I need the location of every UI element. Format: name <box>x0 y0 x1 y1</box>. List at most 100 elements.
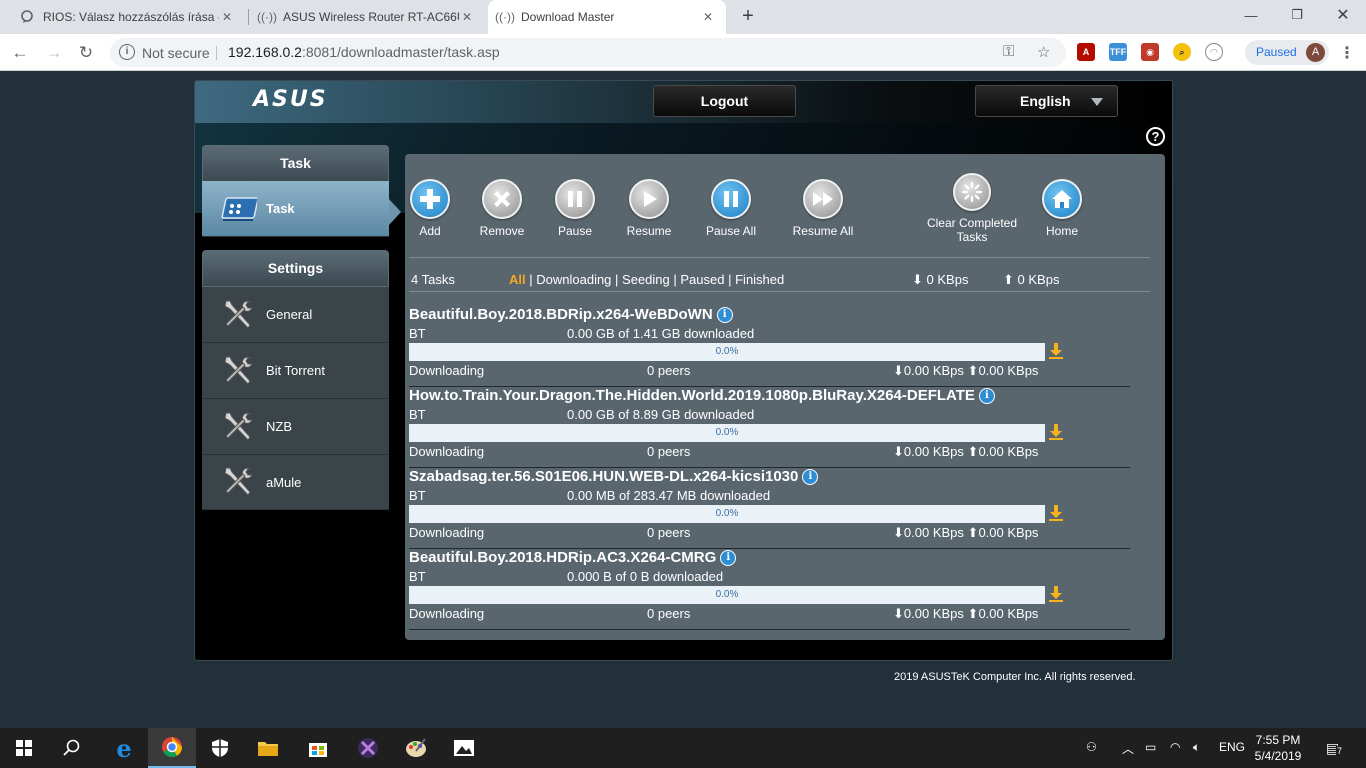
task-name: Szabadsag.ter.56.S01E06.HUN.WEB-DL.x264-… <box>409 468 819 485</box>
info-icon[interactable]: i <box>802 469 819 485</box>
info-icon[interactable]: i <box>119 44 135 60</box>
resume-button[interactable]: Resume <box>623 179 675 238</box>
resume-all-button[interactable]: Resume All <box>789 179 857 238</box>
total-download-speed: ⬇ 0 KBps <box>912 272 968 288</box>
task-speed: ⬇0.00 KBps ⬆0.00 KBps <box>893 444 1038 460</box>
sidebar-item-nzb[interactable]: NZB <box>202 399 389 455</box>
file-explorer-icon[interactable] <box>244 728 292 768</box>
search-icon[interactable] <box>48 728 96 768</box>
pause-all-icon <box>711 179 751 219</box>
battery-icon[interactable]: ▭ <box>1145 740 1156 754</box>
pause-button[interactable]: Pause <box>553 179 597 238</box>
browser-tab-download-master[interactable]: ((·)) Download Master ✕ <box>488 0 726 34</box>
close-icon[interactable]: ✕ <box>700 10 716 24</box>
minimize-button[interactable]: — <box>1228 0 1274 30</box>
photos-icon[interactable] <box>440 728 488 768</box>
help-icon[interactable]: ? <box>1146 127 1165 146</box>
close-icon[interactable]: ✕ <box>459 10 475 24</box>
headphones-extension-icon[interactable]: ◠ <box>1205 43 1223 61</box>
browser-tab-strip: RIOS: Válasz hozzászólás írása - T ✕ ((·… <box>0 0 1366 34</box>
windows-taskbar: e ⚇ ︿ ▭ ◠ 🔈︎ ENG 7:55 PM 5/4/2019 ▤ 7 <box>0 728 1366 768</box>
progress-text: 0.0% <box>715 508 739 519</box>
address-bar[interactable]: i Not secure 192.168.0.2:8081/downloadma… <box>110 38 1066 67</box>
progress-text: 0.0% <box>715 346 739 357</box>
task-row[interactable]: Beautiful.Boy.2018.BDRip.x264-WeBDoWN i B… <box>409 306 1130 387</box>
download-icon[interactable] <box>1048 342 1064 360</box>
star-icon[interactable]: ☆ <box>1037 43 1050 61</box>
tab-title: ASUS Wireless Router RT-AC66U <box>283 10 459 24</box>
upload-arrow-icon: ⬆ <box>967 363 979 378</box>
restore-button[interactable]: ❐ <box>1274 0 1320 30</box>
chevron-up-icon[interactable]: ︿ <box>1122 740 1134 757</box>
paint-icon[interactable] <box>392 728 440 768</box>
upload-arrow-icon: ⬆ <box>967 444 979 459</box>
pause-all-button[interactable]: Pause All <box>703 179 759 238</box>
task-row[interactable]: How.to.Train.Your.Dragon.The.Hidden.Worl… <box>409 387 1130 468</box>
clock[interactable]: 7:55 PM 5/4/2019 <box>1248 732 1308 764</box>
profile-paused-button[interactable]: Paused A <box>1245 40 1329 65</box>
remove-label: Remove <box>479 224 525 238</box>
task-type: BT <box>409 407 426 422</box>
download-icon[interactable] <box>1048 585 1064 603</box>
remove-button[interactable]: Remove <box>475 179 529 238</box>
sidebar-item-label: Task <box>266 201 295 216</box>
key-icon[interactable]: ⚿ <box>1003 43 1014 60</box>
new-tab-button[interactable]: + <box>738 6 758 26</box>
pdf-extension-icon[interactable]: A <box>1077 43 1095 61</box>
task-peers: 0 peers <box>647 606 691 621</box>
forward-arrow-icon[interactable]: → <box>42 41 66 65</box>
info-icon[interactable]: i <box>978 388 995 404</box>
sidebar-item-general[interactable]: General <box>202 287 389 343</box>
progress-bar: 0.0% <box>409 586 1045 604</box>
notification-icon[interactable]: ▤ 7 <box>1326 740 1344 757</box>
edge-icon[interactable]: e <box>100 728 148 768</box>
pause-icon <box>555 179 595 219</box>
reload-icon[interactable]: ↻ <box>74 41 98 65</box>
home-button[interactable]: Home <box>1042 179 1082 238</box>
chevron-down-icon <box>1091 98 1103 106</box>
window-close-button[interactable]: ✕ <box>1320 0 1366 30</box>
volume-icon[interactable]: 🔈︎ <box>1193 740 1200 755</box>
play-icon <box>629 179 669 219</box>
browser-tab-rios[interactable]: RIOS: Válasz hozzászólás írása - T ✕ <box>10 0 245 34</box>
sidebar-item-task[interactable]: Task <box>202 181 389 237</box>
search-extension-icon[interactable]: ⌕ <box>1173 43 1191 61</box>
add-button[interactable]: Add <box>410 179 450 238</box>
task-row[interactable]: Szabadsag.ter.56.S01E06.HUN.WEB-DL.x264-… <box>409 468 1130 549</box>
language-indicator[interactable]: ENG <box>1219 740 1245 754</box>
download-icon[interactable] <box>1048 504 1064 522</box>
task-speed: ⬇0.00 KBps ⬆0.00 KBps <box>893 525 1038 541</box>
close-icon[interactable]: ✕ <box>219 10 235 24</box>
windows-start-icon[interactable] <box>0 728 48 768</box>
clear-completed-button[interactable]: Clear Completed Tasks <box>925 173 1019 244</box>
download-icon[interactable] <box>1048 423 1064 441</box>
url-text[interactable]: 192.168.0.2:8081/downloadmaster/task.asp <box>228 44 500 60</box>
task-row[interactable]: Beautiful.Boy.2018.HDRip.AC3.X264-CMRG i … <box>409 549 1130 630</box>
download-arrow-icon: ⬇ <box>893 444 904 459</box>
wifi-icon[interactable]: ◠ <box>1170 740 1180 754</box>
task-up-speed: 0.00 KBps <box>978 606 1039 621</box>
browser-tab-asus-router[interactable]: ((·)) ASUS Wireless Router RT-AC66U ✕ <box>250 0 485 34</box>
filter-downloading[interactable]: Downloading <box>536 272 611 287</box>
chrome-icon[interactable] <box>148 728 196 768</box>
people-icon[interactable]: ⚇ <box>1086 740 1097 754</box>
sidebar-item-bit-torrent[interactable]: Bit Torrent <box>202 343 389 399</box>
filter-seeding[interactable]: Seeding <box>622 272 670 287</box>
menu-icon[interactable]: ⋮ <box>1339 43 1355 63</box>
language-select[interactable]: English <box>975 85 1118 117</box>
logout-button[interactable]: Logout <box>653 85 796 117</box>
info-icon[interactable]: i <box>720 550 737 566</box>
sidebar-item-amule[interactable]: aMule <box>202 455 389 510</box>
tff-extension-icon[interactable]: TFF <box>1109 43 1127 61</box>
shield-icon[interactable] <box>196 728 244 768</box>
tools-icon <box>218 409 258 445</box>
info-icon[interactable]: i <box>716 307 733 323</box>
filter-finished[interactable]: Finished <box>735 272 784 287</box>
camera-extension-icon[interactable]: ◉ <box>1141 43 1159 61</box>
media-player-icon[interactable] <box>344 728 392 768</box>
filter-all[interactable]: All <box>509 272 526 287</box>
back-arrow-icon[interactable]: ← <box>8 41 32 65</box>
filter-paused[interactable]: Paused <box>680 272 724 287</box>
task-type: BT <box>409 326 426 341</box>
store-icon[interactable] <box>294 728 342 768</box>
